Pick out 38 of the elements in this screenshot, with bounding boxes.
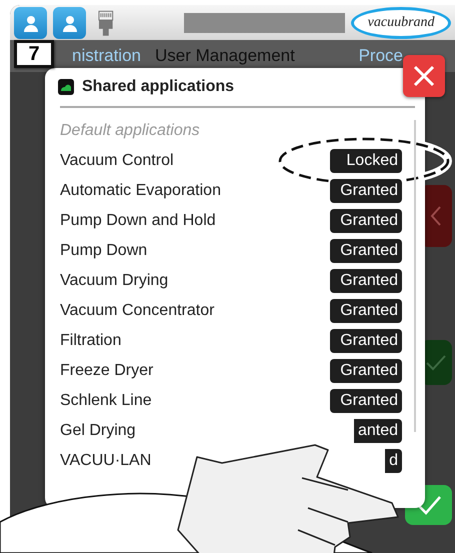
- application-name: Filtration: [60, 332, 122, 350]
- permission-status[interactable]: Granted: [330, 209, 402, 233]
- permission-status[interactable]: Locked: [330, 149, 402, 173]
- permission-status[interactable]: Granted: [330, 359, 402, 383]
- person-icon: [60, 14, 79, 32]
- application-name: Pump Down and Hold: [60, 212, 216, 230]
- permission-status[interactable]: d: [385, 449, 402, 473]
- application-name: VACUU·LAN: [60, 452, 152, 470]
- permission-status[interactable]: Granted: [330, 329, 402, 353]
- ethernet-icon: [98, 10, 114, 36]
- app-icon: [58, 79, 74, 95]
- permission-status[interactable]: Granted: [330, 389, 402, 413]
- application-name: Vacuum Control: [60, 152, 174, 170]
- permission-status[interactable]: Granted: [330, 179, 402, 203]
- chevron-left-icon: [430, 205, 442, 227]
- profile-button[interactable]: [53, 6, 86, 38]
- checkmark-icon: [425, 354, 447, 372]
- application-name: Vacuum Drying: [60, 272, 168, 290]
- user-icon: [22, 14, 40, 32]
- close-icon: [412, 64, 436, 88]
- application-name: Schlenk Line: [60, 392, 152, 410]
- application-name: Gel Drying: [60, 422, 136, 440]
- step-number: 7: [14, 40, 54, 68]
- dialog-title: Shared applications: [82, 78, 234, 96]
- application-name: Automatic Evaporation: [60, 182, 221, 200]
- permission-status[interactable]: Granted: [330, 269, 402, 293]
- application-name: Vacuum Concentrator: [60, 302, 214, 320]
- permission-status[interactable]: Granted: [330, 239, 402, 263]
- tab[interactable]: Proce: [358, 46, 403, 66]
- application-name: Pump Down: [60, 242, 148, 260]
- permission-status[interactable]: anted: [354, 419, 402, 443]
- close-button[interactable]: [403, 55, 445, 97]
- section-heading: Default applications: [59, 121, 201, 141]
- tab[interactable]: nistration: [72, 46, 141, 66]
- application-name: Freeze Dryer: [60, 362, 154, 380]
- user-button[interactable]: [14, 6, 48, 38]
- brand-logo: vacuubrand: [351, 6, 452, 38]
- permission-status[interactable]: Granted: [330, 299, 402, 323]
